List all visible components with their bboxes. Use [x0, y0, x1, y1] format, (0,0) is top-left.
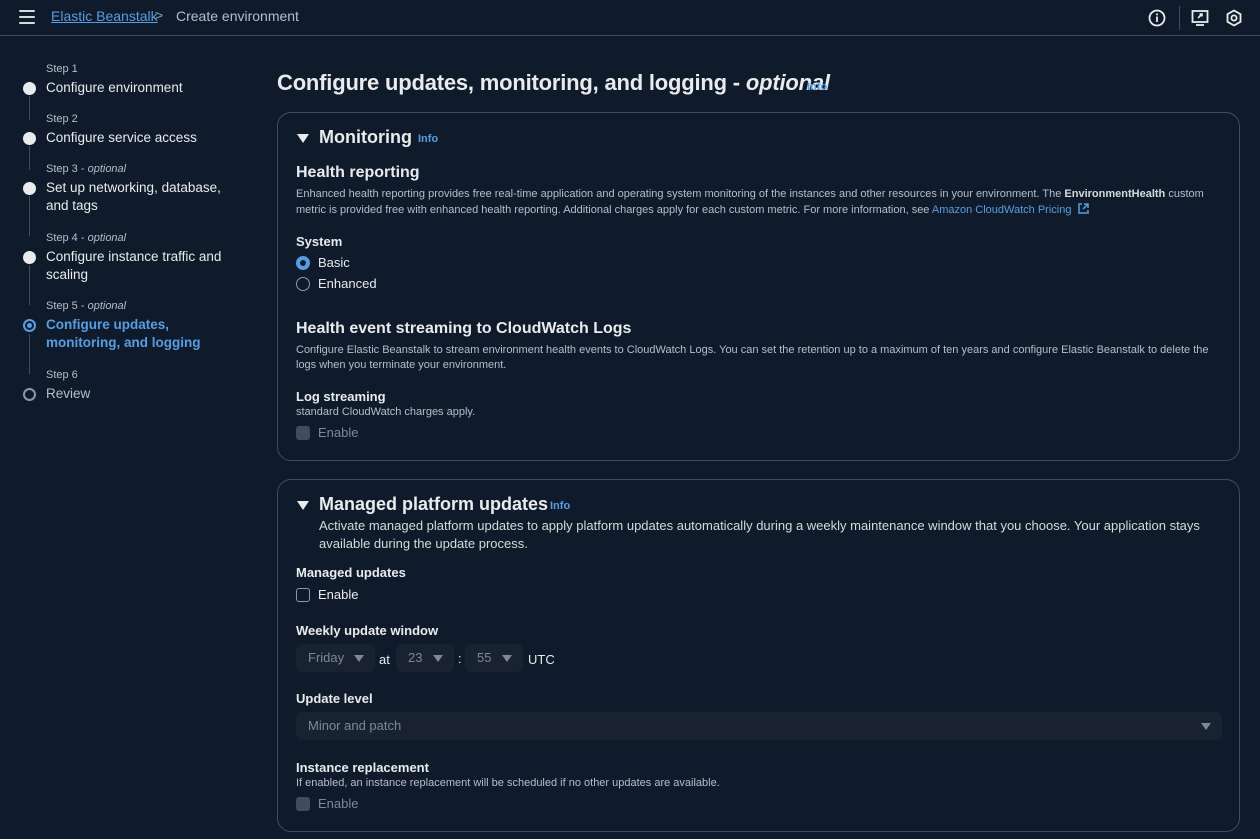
health-reporting-description: Enhanced health reporting provides free …	[296, 188, 1204, 216]
health-streaming-description: Configure Elastic Beanstalk to stream en…	[296, 344, 1209, 371]
timezone-label: UTC	[528, 652, 555, 667]
top-navigation-bar: Elastic Beanstalk > Create environment	[0, 0, 1260, 36]
feedback-icon[interactable]	[1190, 8, 1210, 28]
log-streaming-label: Log streaming	[296, 389, 386, 404]
step-number: Step 5 - optional	[46, 300, 127, 312]
menu-icon[interactable]	[19, 10, 35, 24]
monitoring-info-link[interactable]: Info	[418, 133, 438, 145]
managed-updates-info-link[interactable]: Info	[550, 500, 570, 512]
page-info-link[interactable]: Info	[807, 81, 827, 93]
log-streaming-checkbox[interactable]	[296, 426, 310, 440]
step-rail	[29, 196, 30, 236]
instance-replacement-description: If enabled, an instance replacement will…	[296, 777, 720, 789]
step-indicator	[23, 182, 36, 195]
toolbar-divider	[1179, 6, 1180, 30]
monitoring-title: Monitoring	[319, 127, 412, 147]
managed-updates-title: Managed platform updates	[319, 494, 549, 514]
breadcrumb-chevron-icon: >	[155, 7, 164, 23]
info-circle-icon[interactable]	[1147, 8, 1167, 28]
system-basic-radio[interactable]	[296, 256, 310, 270]
chevron-down-icon	[433, 655, 443, 662]
cloudwatch-pricing-link[interactable]: Amazon CloudWatch Pricing	[932, 204, 1072, 216]
collapse-caret-icon[interactable]	[297, 134, 309, 143]
monitoring-panel: Monitoring Info Health reporting Enhance…	[277, 112, 1240, 461]
step-indicator-active	[23, 319, 36, 332]
step-title[interactable]: Set up networking, database, and tags	[46, 179, 242, 215]
minute-select[interactable]: 55	[465, 644, 523, 672]
page-title: Configure updates, monitoring, and loggi…	[277, 70, 830, 95]
health-streaming-heading: Health event streaming to CloudWatch Log…	[296, 320, 632, 337]
system-basic-label[interactable]: Basic	[318, 255, 350, 270]
step-rail	[29, 96, 30, 120]
day-select[interactable]: Friday	[296, 644, 375, 672]
hour-select[interactable]: 23	[396, 644, 454, 672]
log-streaming-description: standard CloudWatch charges apply.	[296, 406, 476, 418]
update-level-label: Update level	[296, 691, 373, 706]
step-rail	[29, 146, 30, 170]
settings-icon[interactable]	[1224, 8, 1244, 28]
instance-replacement-checkbox[interactable]	[296, 797, 310, 811]
instance-replacement-enable-label[interactable]: Enable	[318, 796, 358, 811]
step-title[interactable]: Configure instance traffic and scaling	[46, 248, 226, 284]
external-link-icon[interactable]	[1077, 202, 1090, 215]
at-label: at	[379, 652, 390, 667]
chevron-down-icon	[354, 655, 364, 662]
managed-updates-label: Managed updates	[296, 565, 406, 580]
system-enhanced-label[interactable]: Enhanced	[318, 276, 377, 291]
managed-updates-enable-label[interactable]: Enable	[318, 587, 358, 602]
step-indicator	[23, 388, 36, 401]
managed-updates-description: Activate managed platform updates to app…	[319, 518, 1200, 551]
step-title[interactable]: Configure environment	[46, 79, 246, 97]
system-label: System	[296, 234, 343, 249]
instance-replacement-label: Instance replacement	[296, 760, 429, 775]
step-number: Step 2	[46, 113, 78, 125]
breadcrumb-current: Create environment	[176, 8, 299, 24]
step-number: Step 3 - optional	[46, 163, 127, 175]
managed-updates-checkbox[interactable]	[296, 588, 310, 602]
chevron-down-icon	[1201, 723, 1211, 730]
update-level-select[interactable]: Minor and patch	[296, 712, 1222, 740]
health-reporting-heading: Health reporting	[296, 164, 420, 181]
step-rail	[29, 334, 30, 374]
collapse-caret-icon[interactable]	[297, 501, 309, 510]
breadcrumb-elastic-beanstalk[interactable]: Elastic Beanstalk	[51, 8, 158, 24]
step-number: Step 4 - optional	[46, 232, 127, 244]
log-streaming-enable-label[interactable]: Enable	[318, 425, 358, 440]
weekly-window-label: Weekly update window	[296, 623, 439, 638]
colon-separator: :	[458, 651, 462, 666]
step-indicator	[23, 82, 36, 95]
step-title[interactable]: Configure service access	[46, 129, 246, 147]
managed-updates-panel: Managed platform updates Info Activate m…	[277, 479, 1240, 832]
step-title-active[interactable]: Configure updates, monitoring, and loggi…	[46, 316, 242, 352]
step-indicator	[23, 132, 36, 145]
step-number: Step 1	[46, 63, 78, 75]
step-rail	[29, 265, 30, 305]
step-number: Step 6	[46, 369, 78, 381]
step-title: Review	[46, 386, 91, 401]
system-enhanced-radio[interactable]	[296, 277, 310, 291]
step-indicator	[23, 251, 36, 264]
chevron-down-icon	[502, 655, 512, 662]
